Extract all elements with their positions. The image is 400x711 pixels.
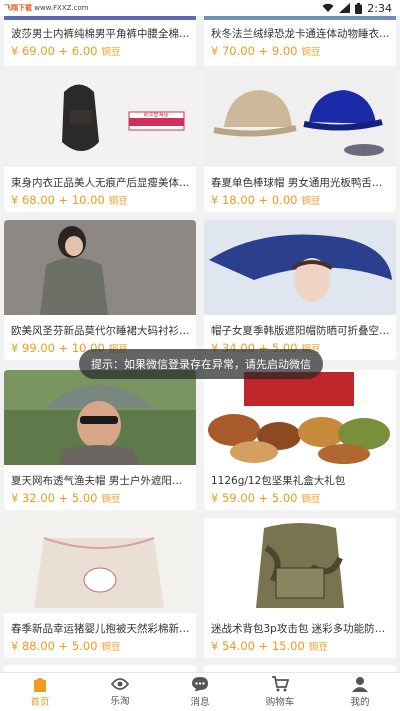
product-title: 春夏单色棒球帽 男女通用光板鸭舌帽子: [211, 177, 391, 189]
product-price: ¥ 54.00 + 15.00 铜豆: [211, 639, 328, 653]
product-title: 春季新品幸运猪婴儿抱被天然彩棉新生儿...: [11, 623, 191, 635]
product-price: ¥ 69.00 + 6.00 铜豆: [11, 44, 121, 58]
product-image: [204, 72, 396, 167]
product-image: [204, 220, 396, 315]
product-price: ¥ 68.00 + 10.00 铜豆: [11, 193, 128, 207]
product-price: ¥ 18.00 + 0.00 铜豆: [211, 193, 321, 207]
product-price: ¥ 88.00 + 5.00 铜豆: [11, 639, 121, 653]
clock-time: 2:34: [367, 1, 392, 15]
product-card[interactable]: 帽子女夏季韩版遮阳帽防晒可折叠空顶帽... ¥ 34.00 + 5.00铜豆: [204, 220, 396, 360]
product-card[interactable]: 斯享登海店 束身内衣正品美人无痕产后显瘦美体束塑... ¥ 68.00 + 10…: [4, 72, 196, 212]
product-card[interactable]: 春季新品幸运猪婴儿抱被天然彩棉新生儿... ¥ 88.00 + 5.00 铜豆: [4, 518, 196, 658]
product-image: [4, 220, 196, 315]
tab-label: 消息: [190, 697, 210, 708]
product-image: 斯享登海店: [4, 72, 196, 167]
user-icon: [352, 677, 368, 692]
product-card[interactable]: 迷战术背包3p攻击包 迷彩多功能防水背包... ¥ 54.00 + 15.00铜…: [204, 518, 396, 658]
tab-letao[interactable]: 乐淘: [80, 673, 160, 711]
tab-label: 购物车: [265, 697, 295, 708]
signal-icon: [339, 3, 351, 13]
watermark-text: 飞翔下载 www.FXXZ.com: [4, 4, 89, 12]
tab-label: 我的: [350, 697, 370, 708]
product-image: [204, 518, 396, 613]
product-card[interactable]: 1126g/12包坚果礼盒大礼包 ¥ 59.00 + 5.00 铜豆: [204, 370, 396, 510]
product-title: 欧美风圣芬新品莫代尔睡裙大码衬衫裙女...: [11, 325, 191, 337]
wifi-icon: [322, 3, 334, 12]
image-overlay-text: 斯享登海店: [143, 111, 168, 118]
product-price: ¥ 70.00 + 9.00 铜豆: [211, 44, 321, 58]
product-title: 秋冬法兰绒绿恐龙卡通连体动物睡衣皮卡...: [211, 28, 391, 40]
product-title: 1126g/12包坚果礼盒大礼包: [211, 475, 346, 487]
home-icon: [34, 678, 46, 692]
cart-icon: [272, 676, 289, 692]
product-title: 束身内衣正品美人无痕产后显瘦美体束塑...: [11, 177, 191, 189]
tab-profile[interactable]: 我的: [320, 673, 400, 711]
product-card[interactable]: 夏天网布透气渔夫帽 男士户外遮阳帽 韩版... ¥ 32.00 + 5.00铜豆: [4, 370, 196, 510]
product-image: [4, 518, 196, 613]
battery-icon: [355, 2, 363, 14]
product-title: 波莎男士内裤纯棉男平角裤中腰全棉短裤...: [11, 28, 191, 40]
bottom-tab-bar: 首页 乐淘 消息 购物车 我的: [0, 672, 400, 711]
product-image: [4, 370, 196, 465]
product-card[interactable]: 欧美风圣芬新品莫代尔睡裙大码衬衫裙女... ¥ 99.00 + 10.00铜豆: [4, 220, 196, 360]
tab-home[interactable]: 首页: [0, 673, 80, 711]
tab-label: 首页: [30, 697, 50, 708]
message-icon: [192, 677, 208, 692]
product-title: 迷战术背包3p攻击包 迷彩多功能防水背包...: [211, 623, 391, 635]
product-image: [204, 370, 396, 465]
eye-icon: [111, 678, 129, 690]
product-title: 夏天网布透气渔夫帽 男士户外遮阳帽 韩版...: [11, 475, 191, 487]
product-price: ¥ 59.00 + 5.00 铜豆: [211, 491, 321, 505]
status-bar: 飞翔下载 www.FXXZ.com 2:34: [0, 0, 400, 16]
product-title: 帽子女夏季韩版遮阳帽防晒可折叠空顶帽...: [211, 325, 391, 337]
tab-messages[interactable]: 消息: [160, 673, 240, 711]
tab-label: 乐淘: [110, 696, 130, 707]
tab-cart[interactable]: 购物车: [240, 673, 320, 711]
product-price: ¥ 32.00 + 5.00 铜豆: [11, 491, 121, 505]
product-card[interactable]: 春夏单色棒球帽 男女通用光板鸭舌帽子 ¥ 18.00 + 0.00 铜豆: [204, 72, 396, 212]
toast-message: 提示：如果微信登录存在异常，请先启动微信: [79, 349, 323, 379]
